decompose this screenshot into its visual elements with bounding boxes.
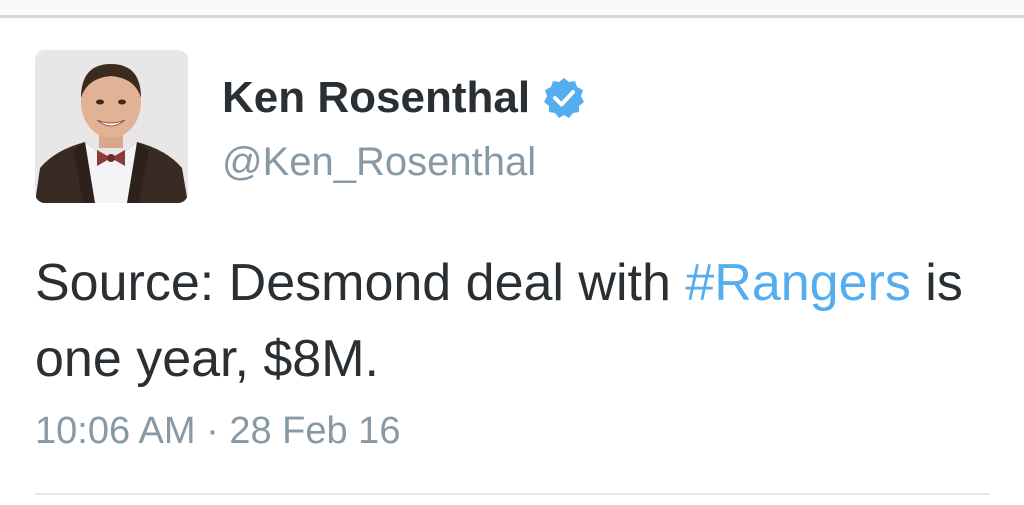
bottom-divider	[35, 493, 990, 495]
tweet-timestamp[interactable]: 10:06 AM · 28 Feb 16	[35, 410, 400, 453]
top-divider	[0, 15, 1024, 18]
avatar[interactable]	[35, 50, 188, 203]
tweet-text-part1: Source: Desmond deal with	[35, 254, 686, 312]
avatar-image	[35, 50, 188, 203]
top-shade	[0, 0, 1024, 22]
author-name-row: Ken Rosenthal	[222, 70, 586, 126]
author-handle[interactable]: @Ken_Rosenthal	[222, 140, 536, 185]
hashtag-link[interactable]: #Rangers	[685, 254, 910, 312]
tweet-text: Source: Desmond deal with #Rangers is on…	[35, 245, 995, 397]
verified-badge-icon	[542, 76, 586, 120]
author-display-name[interactable]: Ken Rosenthal	[222, 73, 530, 123]
